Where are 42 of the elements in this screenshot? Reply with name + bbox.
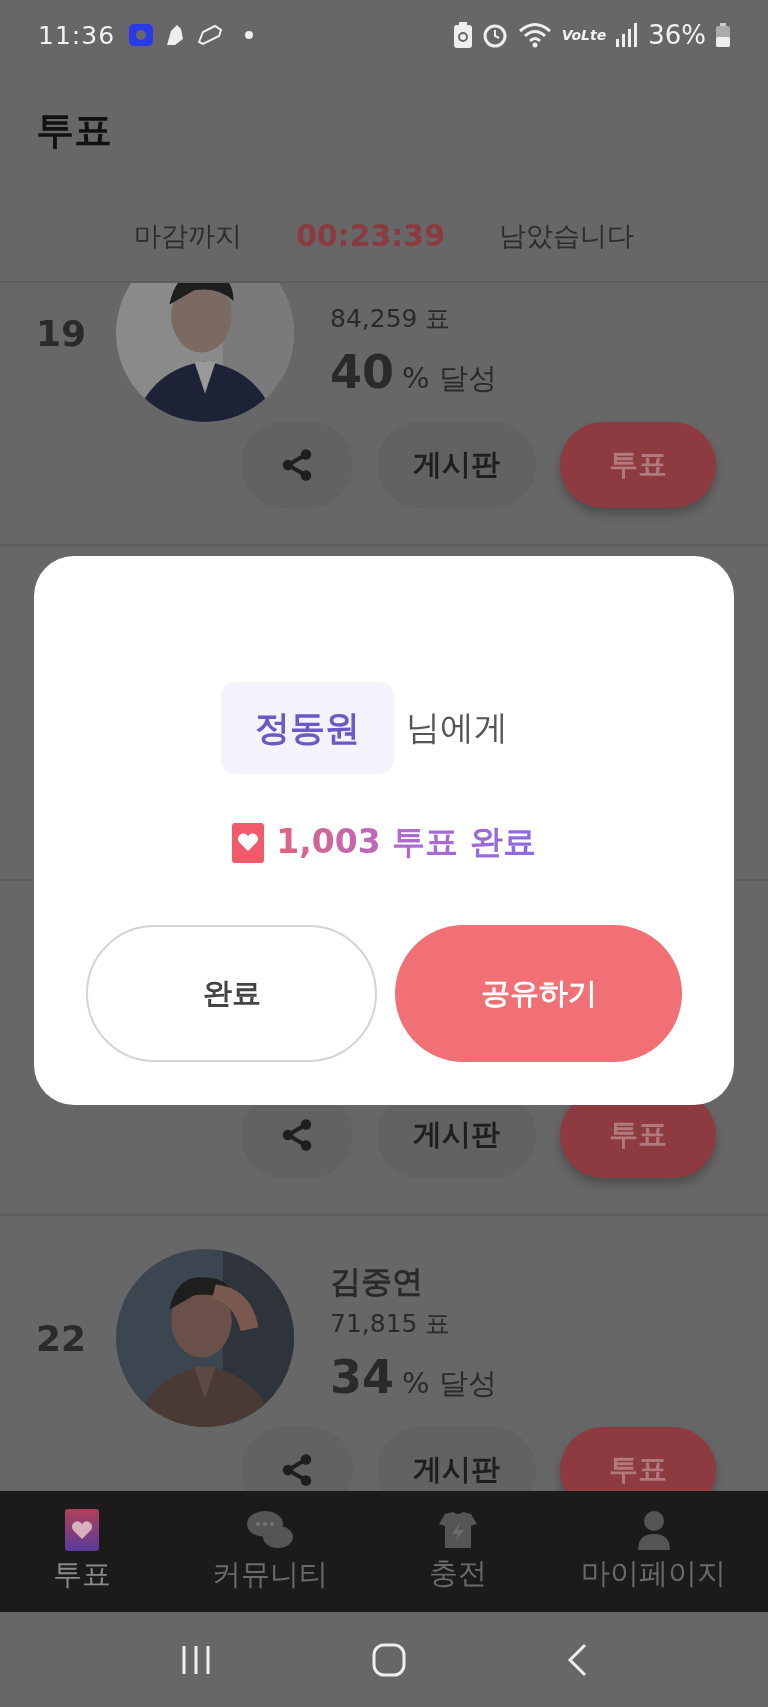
vote-button[interactable]: 투표	[560, 422, 716, 508]
board-button[interactable]: 게시판	[377, 422, 536, 508]
back-icon[interactable]	[566, 1642, 588, 1677]
recipient-name: 정동원	[220, 682, 394, 774]
share-button[interactable]: 공유하기	[395, 925, 682, 1062]
chat-bubbles-icon	[244, 1508, 295, 1551]
done-button[interactable]: 완료	[86, 925, 377, 1062]
clock-time: 11:36	[38, 20, 116, 50]
home-icon[interactable]	[372, 1642, 406, 1677]
app-badge-icon	[129, 24, 154, 46]
shirt-bolt-icon	[436, 1509, 479, 1550]
nav-tab[interactable]: 커뮤니티	[163, 1508, 376, 1595]
recent-apps-icon[interactable]	[180, 1643, 212, 1676]
dot-icon	[245, 31, 254, 39]
nav-tab[interactable]: 충전	[375, 1509, 540, 1594]
vote-count: 71,815 표	[330, 1308, 452, 1340]
vote-button[interactable]: 투표	[560, 1427, 716, 1491]
percent-label: % 달성	[402, 360, 497, 397]
board-button[interactable]: 게시판	[377, 1427, 536, 1491]
countdown-suffix: 남았습니다	[499, 218, 635, 253]
vote-count: 84,259 표	[330, 303, 452, 335]
percent-label: % 달성	[402, 1365, 497, 1402]
wifi-icon	[517, 22, 552, 48]
page-title: 투표	[36, 106, 112, 154]
heart-card-icon	[232, 822, 265, 863]
rank-number: 22	[36, 1317, 88, 1359]
network-label: VoLte	[561, 27, 607, 43]
nav-tab[interactable]: 마이페이지	[539, 1509, 768, 1594]
countdown-prefix: 마감까지	[133, 218, 242, 253]
alarm-icon	[481, 22, 508, 48]
person-icon	[635, 1509, 672, 1550]
battery-saver-icon	[453, 22, 472, 48]
signal-icon	[616, 23, 639, 47]
rank-number: 19	[36, 312, 88, 354]
battery-percent: 36%	[648, 20, 706, 50]
candidate-name: 김중연	[330, 1262, 424, 1301]
percent-value: 34	[330, 1350, 394, 1404]
heart-card-icon	[64, 1508, 99, 1551]
battery-icon	[716, 23, 730, 47]
nav-tab[interactable]: 투표	[0, 1508, 164, 1595]
percent-value: 40	[330, 345, 394, 399]
recipient-suffix: 님에게	[405, 706, 508, 749]
